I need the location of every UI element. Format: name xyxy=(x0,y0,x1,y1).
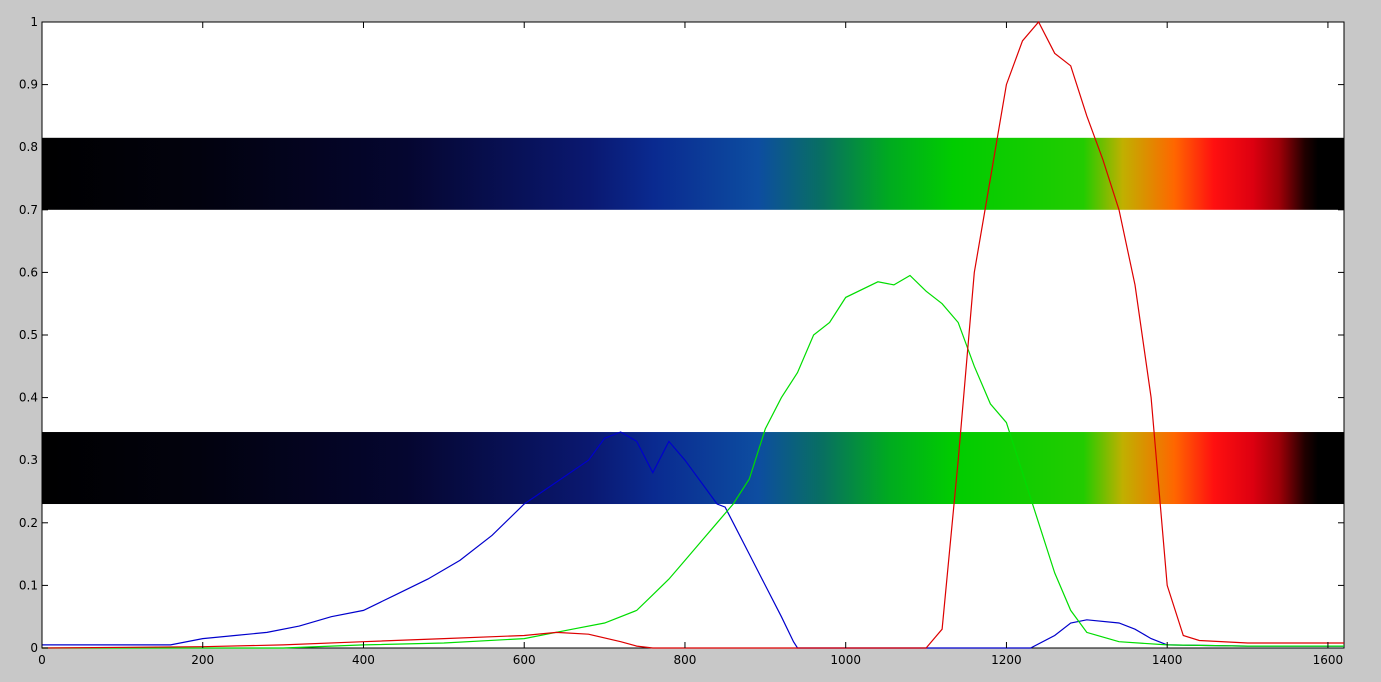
y-tick-label: 0.3 xyxy=(19,453,38,467)
y-tick-label: 0.4 xyxy=(19,391,38,405)
y-tick-label: 0.2 xyxy=(19,516,38,530)
spectrum-band-0 xyxy=(42,137,1344,210)
y-tick-label: 0.7 xyxy=(19,203,38,217)
spectrum-chart: 0 200 400 600 800 1000 1200 1400 1600 0 0.1 0.2 0.3… xyxy=(19,15,1345,667)
y-tick-label: 0.9 xyxy=(19,78,38,92)
y-tick-label: 1 xyxy=(30,15,38,29)
y-tick-label: 0 xyxy=(30,641,38,655)
x-tick-label: 1200 xyxy=(991,653,1022,667)
x-tick-label: 1000 xyxy=(830,653,861,667)
y-tick-label: 0.8 xyxy=(19,140,38,154)
x-tick-label: 600 xyxy=(513,653,536,667)
x-tick-label: 0 xyxy=(38,653,46,667)
x-tick-label: 200 xyxy=(191,653,214,667)
y-tick-label: 0.6 xyxy=(19,265,38,279)
x-tick-label: 400 xyxy=(352,653,375,667)
x-tick-label: 1600 xyxy=(1313,653,1344,667)
x-tick-label: 1400 xyxy=(1152,653,1183,667)
plot-area xyxy=(41,21,1345,649)
x-tick-label: 800 xyxy=(674,653,697,667)
spectrum-band-1 xyxy=(42,432,1344,505)
y-tick-label: 0.1 xyxy=(19,578,38,592)
y-tick-label: 0.5 xyxy=(19,328,38,342)
